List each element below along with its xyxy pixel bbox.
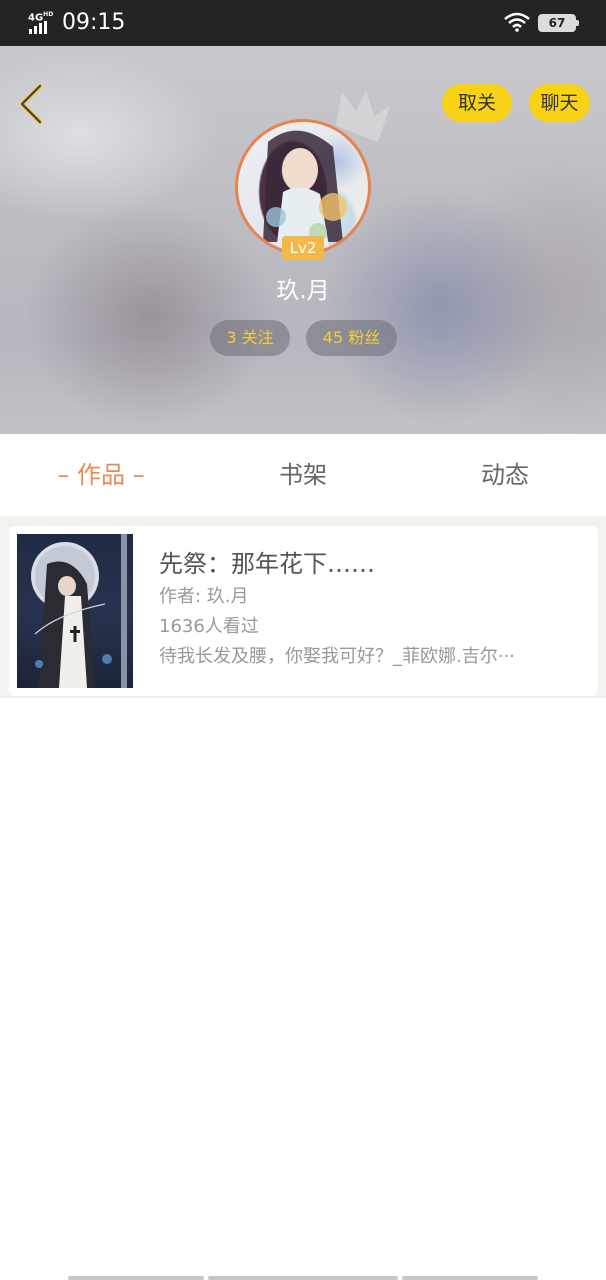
works-list: 先祭：那年花下…… 作者: 玖.月 1636人看过 待我长发及腰，你娶我可好？_… [0,516,606,698]
tab-works[interactable]: – 作品 – [0,434,202,516]
nav-indicator [208,1276,398,1280]
signal-icon [29,21,47,34]
list-item[interactable]: 先祭：那年花下…… 作者: 玖.月 1636人看过 待我长发及腰，你娶我可好？_… [9,526,598,696]
profile-header: 取关 聊天 Lv2 玖.月 3 关注 45 粉丝 [0,46,606,434]
profile-tabs: – 作品 – 书架 动态 [0,434,606,516]
avatar[interactable] [235,119,371,255]
user-nickname: 玖.月 [276,278,330,304]
level-badge: Lv2 [282,236,324,260]
status-bar: 4GHD 09:15 67 [0,0,606,46]
work-author: 作者: 玖.月 [159,586,249,607]
tab-bookshelf[interactable]: 书架 [202,434,404,516]
tab-activity[interactable]: 动态 [404,434,606,516]
back-button[interactable] [14,82,50,126]
following-count[interactable]: 3 关注 [210,320,290,356]
nav-indicator [402,1276,538,1280]
wifi-icon [504,12,530,32]
battery-indicator: 67 [538,14,579,32]
fans-count[interactable]: 45 粉丝 [306,320,397,356]
status-time: 09:15 [62,10,126,35]
book-cover[interactable] [17,534,133,688]
work-views: 1636人看过 [159,616,259,637]
work-description: 待我长发及腰，你娶我可好？_菲欧娜.吉尔··· [159,646,515,667]
nav-indicator [68,1276,204,1280]
work-title: 先祭：那年花下…… [159,550,375,578]
unfollow-button[interactable]: 取关 [442,84,512,122]
chat-button[interactable]: 聊天 [529,84,590,122]
